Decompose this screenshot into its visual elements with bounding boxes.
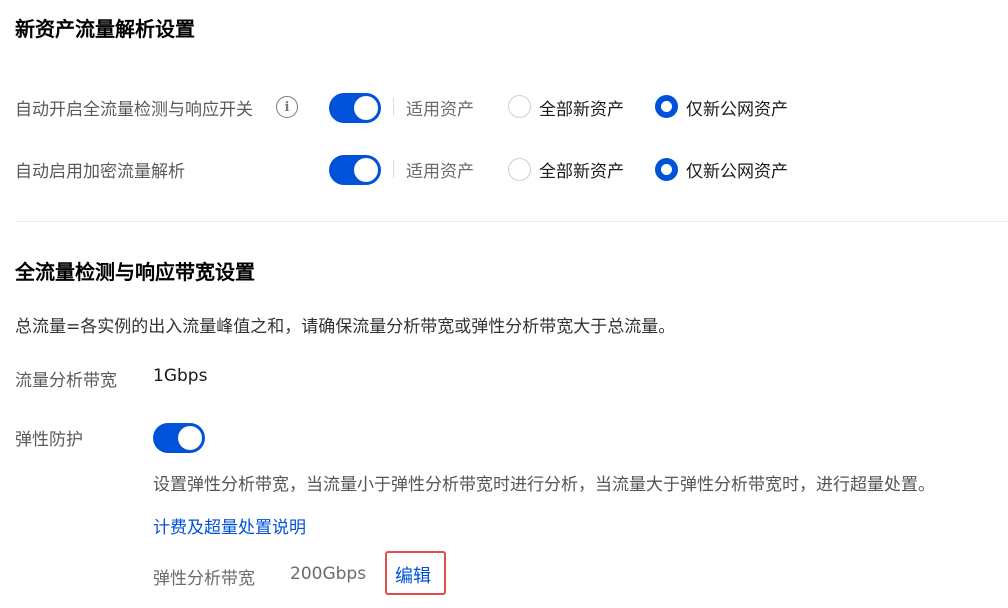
elastic-protection-toggle[interactable] xyxy=(153,423,205,453)
auto-encrypted-traffic-toggle[interactable] xyxy=(329,155,381,185)
toggle-knob xyxy=(178,426,202,450)
radio-all-new-assets-label[interactable]: 全部新资产 xyxy=(539,95,624,120)
section-title-new-asset-traffic: 新资产流量解析设置 xyxy=(15,17,195,41)
elastic-description: 设置弹性分析带宽，当流量小于弹性分析带宽时进行分析，当流量大于弹性分析带宽时，进… xyxy=(153,475,935,495)
auto-full-traffic-label: 自动开启全流量检测与响应开关 xyxy=(15,100,253,120)
radio-public-new-assets[interactable] xyxy=(655,158,678,181)
section-title-bandwidth: 全流量检测与响应带宽设置 xyxy=(15,260,255,284)
section-divider xyxy=(15,221,1008,222)
elastic-bandwidth-value: 200Gbps xyxy=(290,564,367,584)
auto-encrypted-traffic-label: 自动启用加密流量解析 xyxy=(15,162,185,182)
radio-all-new-assets[interactable] xyxy=(508,95,531,118)
radio-public-new-assets[interactable] xyxy=(655,95,678,118)
elastic-protection-label: 弹性防护 xyxy=(15,430,83,450)
info-icon[interactable]: i xyxy=(276,96,298,118)
bandwidth-description: 总流量=各实例的出入流量峰值之和，请确保流量分析带宽或弹性分析带宽大于总流量。 xyxy=(15,317,676,337)
toggle-knob xyxy=(354,158,378,182)
scope-label: 适用资产 xyxy=(406,100,474,120)
edit-button[interactable]: 编辑 xyxy=(395,562,431,588)
auto-full-traffic-toggle[interactable] xyxy=(329,93,381,123)
toggle-knob xyxy=(354,96,378,120)
radio-public-new-assets-label[interactable]: 仅新公网资产 xyxy=(686,95,788,120)
radio-all-new-assets[interactable] xyxy=(508,158,531,181)
billing-overage-link[interactable]: 计费及超量处置说明 xyxy=(153,513,306,538)
scope-label: 适用资产 xyxy=(406,162,474,182)
separator xyxy=(393,98,394,116)
radio-all-new-assets-label[interactable]: 全部新资产 xyxy=(539,157,624,182)
traffic-bandwidth-value: 1Gbps xyxy=(153,366,208,386)
separator xyxy=(393,160,394,178)
radio-public-new-assets-label[interactable]: 仅新公网资产 xyxy=(686,157,788,182)
elastic-bandwidth-label: 弹性分析带宽 xyxy=(153,569,255,589)
traffic-bandwidth-label: 流量分析带宽 xyxy=(15,371,117,391)
